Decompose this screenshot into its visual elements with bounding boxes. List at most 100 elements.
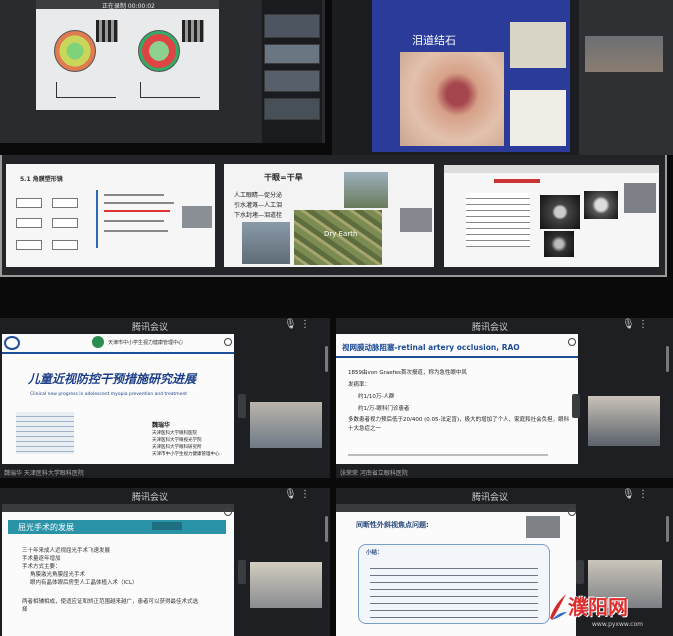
- refractive-line-5: 眼内有晶体眼后房型人工晶体植入术（ICL）: [30, 580, 138, 586]
- swoosh-icon: [550, 594, 567, 620]
- participant-video-3: [264, 70, 320, 92]
- person-photo: [242, 222, 290, 264]
- rao-bullet-4: 约1/万-眼科门诊患者: [358, 406, 410, 412]
- tile-ct-scan: [444, 165, 659, 267]
- dry-eye-line-2: 引水灌溉—人工泪: [234, 202, 283, 209]
- graph-line-left: [56, 82, 116, 98]
- dry-earth-badge: Dry Earth: [324, 230, 358, 238]
- refractive-line-3: 手术方式主要：: [22, 564, 61, 570]
- note-line-red: [104, 210, 170, 212]
- flow-box-2: [16, 218, 42, 228]
- eyelid-photo: [400, 52, 504, 146]
- ct-image-2: [584, 191, 618, 219]
- affiliation-3: 天津医科大学眼科研究所: [152, 445, 202, 450]
- lecture-title: 儿童近视防控干预措施研究进展: [28, 372, 197, 386]
- mic-icon[interactable]: 🎙: [284, 489, 297, 500]
- note-line-2: [104, 202, 174, 204]
- dry-eye-line-1: 人工眼睛—促分泌: [234, 192, 283, 199]
- flow-box-4: [52, 198, 78, 208]
- title-rule: [336, 356, 578, 358]
- speaker-inset: [526, 516, 560, 538]
- lecture-subtitle: Clinical new progress in adolescent myop…: [30, 392, 188, 397]
- side-panel: [579, 0, 673, 155]
- window-title: 腾讯会议: [131, 323, 168, 333]
- visual-field-slide: 正在录制 00:00:02: [36, 0, 219, 110]
- center-name: 天津市中小学生视力健康管理中心: [108, 340, 184, 346]
- refractive-title: 屈光手术的发展: [18, 523, 74, 532]
- more-icon[interactable]: ⋮: [300, 319, 310, 330]
- reference-line: [348, 454, 548, 456]
- logo-badge: [152, 522, 182, 530]
- more-icon[interactable]: ⋮: [300, 489, 310, 500]
- tile-rao-lecture: 腾讯会议 🎙 ⋮ 视网膜动脉阻塞-retinal artery occlusio…: [336, 318, 673, 478]
- slide-toolbar: [2, 504, 234, 512]
- university-logo: [4, 336, 20, 350]
- gray-scale-right: [182, 20, 204, 42]
- window-title: 腾讯会议: [471, 493, 508, 503]
- tile-myopia-lecture: 腾讯会议 🎙 ⋮ 天津市中小学生视力健康管理中心 儿童近视防控干预措施研究进展 …: [0, 318, 330, 478]
- window-title: 腾讯会议: [131, 493, 168, 503]
- hiker-photo: [344, 172, 388, 208]
- stones-photo-2: [510, 90, 566, 146]
- recording-status: 正在录制 00:00:02: [102, 3, 155, 10]
- collapse-handle[interactable]: [576, 560, 584, 584]
- zoom-icon[interactable]: [568, 508, 576, 516]
- tile-footer-label: 魏瑞华 天津医科大学眼科医院: [4, 470, 84, 477]
- more-icon[interactable]: ⋮: [638, 489, 648, 500]
- scrollbar[interactable]: [325, 346, 328, 372]
- collapse-handle[interactable]: [572, 394, 580, 418]
- zoom-icon[interactable]: [568, 338, 576, 346]
- zoom-icon[interactable]: [224, 508, 232, 516]
- flow-box-5: [52, 218, 78, 228]
- lacrimal-slide: 泪道结石: [372, 0, 570, 152]
- speaker-video: [250, 562, 322, 608]
- collapse-handle[interactable]: [238, 560, 246, 584]
- summary-text-lines: [370, 562, 538, 618]
- ct-image-1: [540, 195, 580, 229]
- notes-box: [96, 190, 176, 248]
- rao-bullet-5: 多数患者视力预后低于20/400 (0.05-法定盲)，极大的增加了个人、家庭和…: [348, 417, 570, 432]
- tile-dry-eye: 干眼=干旱 人工眼睛—促分泌 引水灌溉—人工泪 下水封堵—泪道栓 Dry Ear…: [224, 164, 434, 267]
- lacrimal-slide-title: 泪道结石: [412, 34, 456, 47]
- window-title: 腾讯会议: [471, 323, 508, 333]
- collapse-handle[interactable]: [238, 394, 246, 418]
- zoom-icon[interactable]: [224, 338, 232, 346]
- screenshot-collage: 正在录制 00:00:02 泪道结石 5.1 角膜塑形镜 干眼=干旱 人工眼睛—…: [0, 0, 673, 636]
- note-line-1: [104, 194, 164, 196]
- visual-field-chart-right: [138, 30, 180, 72]
- scrollbar[interactable]: [325, 516, 328, 542]
- strabismus-slide: 间断性外斜视焦点问题: 小结：: [336, 504, 576, 636]
- more-icon[interactable]: ⋮: [638, 319, 648, 330]
- graph-line-right: [140, 82, 200, 98]
- ortho-heading: 5.1 角膜塑形镜: [20, 176, 63, 183]
- mic-icon[interactable]: 🎙: [284, 319, 297, 330]
- mic-icon[interactable]: 🎙: [622, 319, 635, 330]
- dry-eye-title: 干眼=干旱: [264, 173, 303, 182]
- refractive-line-1: 三十年来成人近视屈光手术飞速发展: [22, 548, 111, 554]
- participant-video-1: [264, 14, 320, 38]
- speaker-thumb: [400, 208, 432, 232]
- flow-box-3: [16, 240, 42, 250]
- myopia-slide: 天津市中小学生视力健康管理中心 儿童近视防控干预措施研究进展 Clinical …: [2, 334, 234, 464]
- rao-bullet-1: 1859由von Graefes首次报道，称为急性眼中风: [348, 370, 467, 376]
- mic-icon[interactable]: 🎙: [622, 489, 635, 500]
- ct-heading-bar: [494, 179, 540, 183]
- ct-toolbar: [444, 165, 659, 173]
- note-line-3: [104, 220, 164, 222]
- tile-footer-label: 张荣荣 河南省立眼科医院: [340, 470, 408, 477]
- visual-field-chart-left: [54, 30, 96, 72]
- scrollbar[interactable]: [666, 516, 669, 542]
- hospital-building-photo: [16, 412, 74, 454]
- refractive-line-4: 角膜激光角膜屈光手术: [30, 572, 86, 578]
- rao-slide: 视网膜动脉阻塞-retinal artery occlusion, RAO 18…: [336, 334, 578, 464]
- scrollbar[interactable]: [666, 346, 669, 372]
- speaker-name: 魏瑞华: [152, 422, 171, 429]
- speaker-video: [585, 36, 663, 72]
- gray-scale-left: [96, 20, 118, 42]
- note-line-4: [104, 230, 168, 232]
- speaker-video: [250, 402, 322, 448]
- tile-orthokeratology: 5.1 角膜塑形镜: [6, 164, 215, 267]
- ct-image-3: [544, 231, 574, 257]
- tile-visual-field: 正在录制 00:00:02: [0, 0, 325, 143]
- tile-refractive-surgery: 腾讯会议 🎙 ⋮ 屈光手术的发展 三十年来成人近视屈光手术飞速发展 手术量逐年增…: [0, 488, 330, 636]
